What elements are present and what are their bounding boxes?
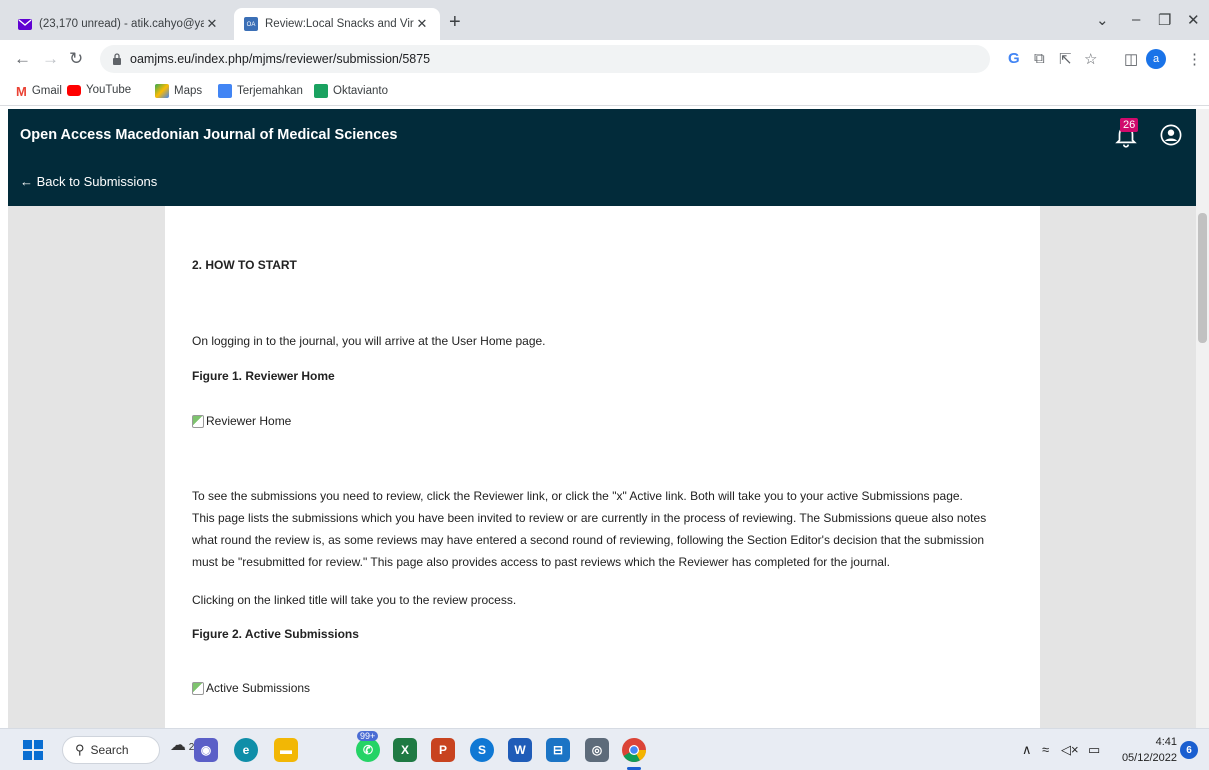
bookmark-label: Terjemahkan: [237, 85, 303, 97]
new-tab-button[interactable]: +: [449, 11, 461, 34]
search-icon: ⚲: [75, 742, 85, 757]
camera-icon[interactable]: ◎: [585, 738, 609, 762]
tab-review[interactable]: OA Review:Local Snacks and Virtual Pr ✕: [234, 8, 440, 40]
windows-start-icon[interactable]: [23, 740, 43, 760]
powerpoint-icon[interactable]: P: [431, 738, 455, 762]
wifi-icon[interactable]: ≈: [1042, 742, 1049, 757]
figure-caption: Figure 2. Active Submissions: [192, 627, 359, 641]
taskbar-search-box[interactable]: ⚲ Search: [62, 736, 160, 764]
clock-time: 4:41: [1155, 736, 1177, 748]
mail-icon: [18, 18, 32, 30]
word-icon[interactable]: W: [508, 738, 532, 762]
bookmark-label: Gmail: [31, 85, 62, 97]
browser-toolbar: ← → ↻ oamjms.eu/index.php/mjms/reviewer/…: [0, 40, 1209, 78]
bookmark-label: Maps: [174, 85, 203, 97]
chrome-icon[interactable]: [621, 737, 647, 763]
maps-icon: [155, 84, 169, 98]
oamjms-favicon-icon: OA: [244, 17, 258, 31]
figure-caption: Figure 1. Reviewer Home: [192, 369, 335, 383]
profile-avatar[interactable]: a: [1146, 49, 1166, 69]
svg-text:OA: OA: [247, 22, 256, 28]
notification-count-badge: 26: [1120, 118, 1139, 132]
close-window-button[interactable]: ✕: [1187, 11, 1200, 29]
tab-title: Review:Local Snacks and Virtual Pr: [265, 18, 414, 30]
file-explorer-icon[interactable]: ▬: [274, 738, 298, 762]
restore-button[interactable]: ❐: [1158, 11, 1171, 29]
battery-icon[interactable]: ▭: [1088, 742, 1100, 758]
excel-icon[interactable]: X: [393, 738, 417, 762]
clock-date: 05/12/2022: [1121, 752, 1177, 764]
section-heading: 2. HOW TO START: [192, 258, 297, 272]
url-text: oamjms.eu/index.php/mjms/reviewer/submis…: [130, 52, 431, 66]
back-to-submissions-link[interactable]: ← Back to Submissions: [20, 174, 157, 189]
notification-center-badge[interactable]: 6: [1180, 741, 1198, 759]
paragraph: Clicking on the linked title will take y…: [192, 593, 517, 607]
windows-taskbar: ⚲ Search ☁ 24° ◉ e ▬ ✆ 99+ X P S W ⊟ ◎ ∧…: [0, 728, 1209, 770]
share-icon[interactable]: ⇱: [1059, 50, 1072, 68]
volume-icon[interactable]: ◁×: [1061, 742, 1079, 758]
user-profile-icon[interactable]: [1160, 124, 1182, 146]
search-label: Search: [90, 743, 129, 757]
image-alt-text: Active Submissions: [206, 681, 311, 695]
google-icon[interactable]: G: [1008, 50, 1020, 67]
side-panel-icon[interactable]: ◫: [1124, 50, 1138, 68]
broken-image-icon: [192, 414, 204, 428]
close-tab-icon[interactable]: ✕: [204, 16, 220, 32]
whatsapp-badge: 99+: [357, 731, 379, 741]
bookmark-oktavianto[interactable]: Oktavianto: [314, 84, 388, 98]
forward-arrow-icon[interactable]: →: [42, 49, 59, 69]
paragraph-line: To see the submissions you need to revie…: [192, 489, 963, 503]
whatsapp-icon[interactable]: ✆: [356, 738, 380, 762]
system-clock[interactable]: 4:41 05/12/2022: [1117, 734, 1177, 766]
translate-icon[interactable]: ⧉: [1034, 50, 1045, 67]
tab-title: (23,170 unread) - atik.cahyo@yahoo.com: [39, 18, 204, 30]
bookmark-gmail[interactable]: M Gmail: [16, 84, 62, 99]
edge-icon[interactable]: e: [234, 738, 258, 762]
bookmark-star-icon[interactable]: ☆: [1084, 50, 1097, 68]
back-arrow-icon[interactable]: ←: [14, 49, 31, 69]
remote-desktop-icon[interactable]: ⊟: [546, 738, 570, 762]
gmail-icon: M: [16, 84, 27, 99]
bookmark-site-icon: [314, 84, 328, 98]
journal-title[interactable]: Open Access Macedonian Journal of Medica…: [20, 127, 397, 143]
translate-icon: [218, 84, 232, 98]
close-tab-icon[interactable]: ✕: [414, 16, 430, 32]
skype-icon[interactable]: S: [470, 738, 494, 762]
lock-icon: [113, 53, 121, 65]
tab-yahoo-mail[interactable]: (23,170 unread) - atik.cahyo@yahoo.com ✕: [8, 8, 230, 40]
bookmark-label: Oktavianto: [333, 85, 388, 97]
paragraph-line: what round the review is, as some review…: [192, 533, 985, 547]
paragraph-line: This page lists the submissions which yo…: [192, 511, 987, 525]
scrollbar-thumb[interactable]: [1198, 213, 1207, 343]
minimize-button[interactable]: –: [1132, 11, 1140, 28]
broken-image-active-submissions: Active Submissions: [192, 677, 310, 699]
bookmark-label: YouTube: [86, 84, 132, 96]
paragraph: To see the submissions you need to revie…: [192, 485, 1032, 573]
paragraph-line: must be "resubmitted for review." This p…: [192, 555, 890, 569]
image-alt-text: Reviewer Home: [206, 414, 292, 428]
youtube-icon: [67, 84, 81, 96]
bookmarks-bar: M Gmail YouTube Maps Terjemahkan Oktavia…: [0, 78, 1209, 106]
browser-tab-strip: (23,170 unread) - atik.cahyo@yahoo.com ✕…: [0, 0, 1209, 40]
address-bar[interactable]: oamjms.eu/index.php/mjms/reviewer/submis…: [100, 45, 990, 73]
review-guidelines-panel: 2. HOW TO START On logging in to the jou…: [165, 206, 1040, 728]
broken-image-icon: [192, 681, 204, 695]
page-scrollbar[interactable]: [1196, 109, 1209, 728]
bookmark-youtube[interactable]: YouTube: [67, 84, 131, 96]
bookmark-maps[interactable]: Maps: [155, 84, 202, 98]
paragraph: On logging in to the journal, you will a…: [192, 334, 546, 348]
broken-image-reviewer-home: Reviewer Home: [192, 410, 291, 432]
menu-kebab-icon[interactable]: ⋮: [1187, 50, 1202, 68]
show-hidden-icons[interactable]: ∧: [1022, 742, 1032, 758]
tab-search-icon[interactable]: ⌄: [1096, 11, 1109, 29]
reload-icon[interactable]: ↻: [69, 49, 83, 69]
content-area: 2. HOW TO START On logging in to the jou…: [8, 206, 1196, 728]
journal-header: Open Access Macedonian Journal of Medica…: [8, 109, 1196, 206]
cloud-icon: ☁: [170, 737, 186, 754]
teams-icon[interactable]: ◉: [194, 738, 218, 762]
bookmark-translate[interactable]: Terjemahkan: [218, 84, 303, 98]
